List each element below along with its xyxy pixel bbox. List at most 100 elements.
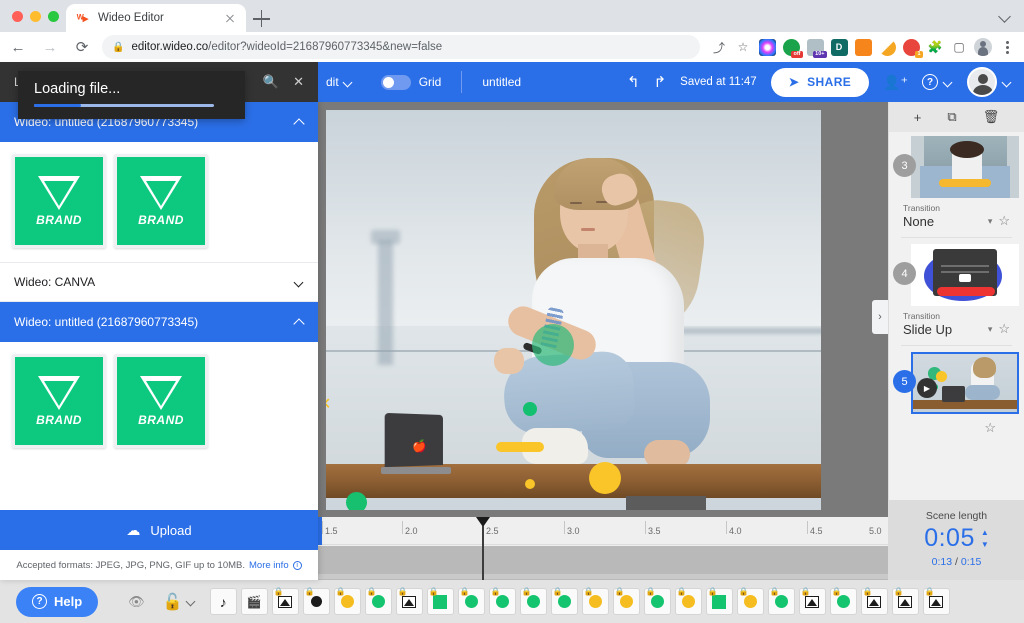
close-window-button[interactable] (12, 11, 23, 22)
kebab-menu-icon[interactable] (996, 36, 1018, 58)
layer-image[interactable]: 🔒 (922, 587, 950, 615)
color-wheel-extension-icon[interactable] (756, 36, 778, 58)
chevron-down-icon[interactable] (187, 597, 196, 606)
back-icon[interactable]: ← (4, 33, 32, 61)
adblock-extension-icon[interactable]: off (780, 36, 803, 58)
library-section-header[interactable]: Wideo: untitled (21687960773345) (0, 302, 318, 342)
layer-audio[interactable]: ♪ (209, 588, 237, 615)
chevron-down-icon[interactable]: ▾ (988, 324, 993, 335)
bookmark-star-icon[interactable]: ☆ (732, 36, 754, 58)
layer-circle-green[interactable]: 🔒 (767, 587, 795, 615)
star-outline-icon[interactable]: ☆ (998, 321, 1010, 337)
chevron-down-icon[interactable] (998, 9, 1012, 23)
puzzle-extensions-icon[interactable]: 🧩 (924, 36, 946, 58)
layer-circle-yellow[interactable]: 🔒 (736, 587, 764, 615)
metamask-extension-icon[interactable] (852, 36, 874, 58)
layer-image[interactable]: 🔒 (860, 587, 888, 615)
decoration-circle-green-large[interactable] (532, 324, 574, 366)
layer-image[interactable]: 🔒 (798, 587, 826, 615)
star-outline-icon[interactable]: ☆ (998, 213, 1010, 229)
scene-length-value[interactable]: 0:05 (924, 524, 975, 553)
library-asset-item[interactable]: BRAND (114, 354, 208, 448)
decoration-circle-green-small[interactable] (523, 402, 537, 416)
add-user-icon[interactable]: 👤⁺ (883, 74, 908, 91)
layer-circle-black[interactable]: 🔒 (302, 587, 330, 615)
edit-menu[interactable]: dit (326, 75, 353, 89)
scene-item[interactable]: 4 Transition Slide Up ▾ ☆ (889, 244, 1024, 346)
timeline-scrollbar[interactable] (318, 574, 888, 579)
layer-strip[interactable]: ♪ 🎬 🔒 🔒 🔒 🔒 🔒 🔒 🔒 🔒 🔒 🔒 🔒 🔒 🔒 🔒 🔒 🔒 🔒 🔒 … (209, 587, 950, 615)
add-scene-icon[interactable]: + (914, 110, 922, 125)
layer-circle-yellow[interactable]: 🔒 (581, 587, 609, 615)
honey-extension-icon[interactable] (876, 36, 898, 58)
layer-image[interactable]: 🔒 (271, 587, 299, 615)
laptop[interactable]: 🍎 (381, 412, 451, 474)
more-info-link[interactable]: More info (249, 560, 289, 571)
maximize-window-button[interactable] (48, 11, 59, 22)
decoration-circle-yellow-large[interactable] (589, 462, 621, 494)
grid-switch[interactable] (380, 74, 411, 90)
help-button[interactable]: ? Help (16, 586, 99, 617)
delete-scene-icon[interactable]: 🗑 (983, 109, 1000, 125)
reload-icon[interactable]: ⟳ (68, 33, 96, 61)
layer-circle-yellow[interactable]: 🔒 (333, 587, 361, 615)
share-icon[interactable]: ⤴ (708, 36, 730, 58)
editor-canvas[interactable]: 🍎 ✕ › (318, 102, 888, 517)
upload-button[interactable]: ☁ Upload (0, 510, 318, 550)
library-asset-item[interactable]: BRAND (12, 354, 106, 448)
lock-control[interactable]: 🔓 (163, 592, 196, 612)
info-icon[interactable]: i (292, 560, 302, 570)
grid-toggle[interactable]: Grid (380, 74, 441, 90)
scene-thumbnail[interactable] (911, 136, 1019, 198)
loom-extension-icon[interactable]: 1 (900, 36, 923, 58)
timeline[interactable]: 1.5 2.0 2.5 3.0 3.5 4.0 4.5 5.0 (318, 517, 888, 580)
layer-circle-green[interactable]: 🔒 (457, 587, 485, 615)
scene-length-stepper[interactable]: ▲ ▼ (981, 528, 989, 549)
decoration-bar-yellow[interactable] (496, 442, 544, 452)
layer-circle-green[interactable]: 🔒 (519, 587, 547, 615)
scene-item[interactable]: 3 Transition None ▾ ☆ (889, 136, 1024, 238)
profile-avatar[interactable] (972, 36, 994, 58)
duplicate-scene-icon[interactable]: ⧉ (947, 109, 956, 125)
decoration-circle-yellow-small[interactable] (525, 479, 535, 489)
layer-image[interactable]: 🔒 (395, 587, 423, 615)
scene-thumbnail[interactable] (911, 244, 1019, 306)
next-scene-button[interactable]: › (872, 300, 888, 334)
close-icon[interactable] (222, 10, 238, 26)
eye-icon[interactable]: 👁 (128, 594, 145, 610)
transition-row[interactable]: None ▾ ☆ (903, 213, 1018, 229)
close-icon[interactable]: ✕ (293, 74, 304, 90)
chevron-down-icon[interactable]: ▼ (981, 540, 989, 549)
layer-square-green[interactable]: 🔒 (426, 587, 454, 615)
dashlane-extension-icon[interactable]: D (828, 36, 850, 58)
timeline-ruler[interactable]: 1.5 2.0 2.5 3.0 3.5 4.0 4.5 5.0 (318, 517, 888, 545)
layer-circle-yellow[interactable]: 🔒 (674, 587, 702, 615)
minimize-window-button[interactable] (30, 11, 41, 22)
window-controls[interactable] (12, 11, 59, 22)
layer-video[interactable]: 🎬 (240, 588, 268, 615)
unlock-icon[interactable]: 🔓 (163, 592, 183, 612)
decoration-star-yellow[interactable]: ✕ (326, 394, 331, 414)
notes-extension-icon[interactable]: 10+ (804, 36, 827, 58)
layer-circle-green[interactable]: 🔒 (643, 587, 671, 615)
layer-circle-green[interactable]: 🔒 (364, 587, 392, 615)
search-icon[interactable]: 🔍 (263, 74, 279, 90)
layer-square-green[interactable]: 🔒 (705, 587, 733, 615)
layer-circle-green[interactable]: 🔒 (488, 587, 516, 615)
library-asset-item[interactable]: BRAND (114, 154, 208, 248)
chevron-down-icon[interactable]: ▾ (988, 216, 993, 227)
redo-icon[interactable]: ↱ (654, 73, 667, 91)
scene-stage[interactable]: 🍎 ✕ (326, 110, 821, 510)
help-menu[interactable]: ? (922, 74, 953, 90)
document-title[interactable]: untitled (482, 75, 521, 89)
forward-icon[interactable]: → (36, 33, 64, 61)
library-scroll-area[interactable]: Wideo: untitled (21687960773345) BRAND B… (0, 102, 318, 510)
library-section-header[interactable]: Wideo: CANVA (0, 262, 318, 302)
address-bar[interactable]: 🔒 editor.wideo.co/editor?wideoId=2168796… (102, 35, 700, 59)
chevron-up-icon[interactable]: ▲ (981, 528, 989, 537)
layer-circle-yellow[interactable]: 🔒 (612, 587, 640, 615)
layer-circle-green[interactable]: 🔒 (550, 587, 578, 615)
layer-image[interactable]: 🔒 (891, 587, 919, 615)
account-menu[interactable] (967, 67, 1012, 97)
layer-circle-green[interactable]: 🔒 (829, 587, 857, 615)
